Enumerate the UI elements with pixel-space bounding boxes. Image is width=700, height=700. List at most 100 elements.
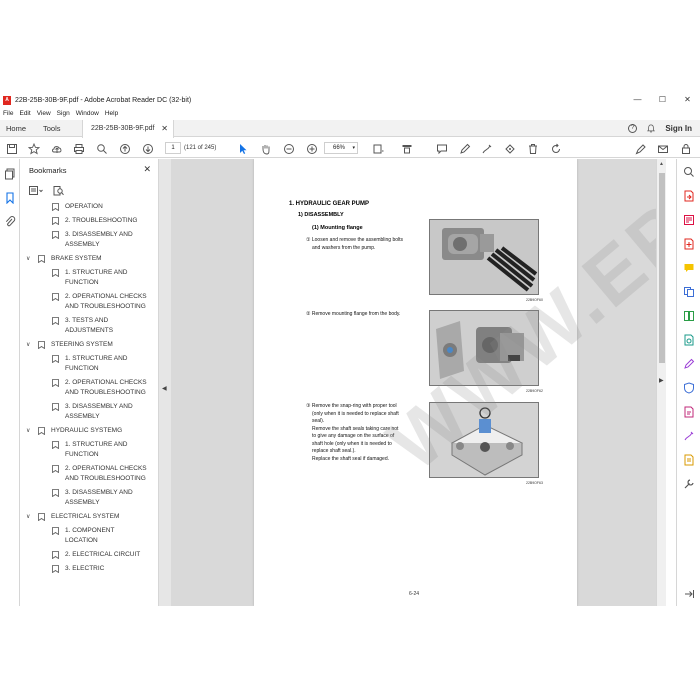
prepare-form-icon[interactable] <box>683 405 695 418</box>
tab-document-label: 22B-25B-30B-9F.pdf <box>91 125 155 132</box>
tab-tools[interactable]: Tools <box>43 120 61 137</box>
fill-sign-icon[interactable] <box>683 357 695 369</box>
document-scroll-thumb[interactable] <box>659 173 665 363</box>
attachment-icon[interactable] <box>4 215 16 227</box>
rotate-icon[interactable] <box>550 142 562 154</box>
maximize-button[interactable]: ☐ <box>650 93 675 107</box>
print-icon[interactable] <box>73 142 85 154</box>
sign-pen-icon[interactable] <box>635 142 647 155</box>
highlight-pen-icon[interactable] <box>459 142 471 154</box>
bookmark-flag-icon <box>52 565 59 573</box>
scroll-up-arrow-icon[interactable]: ▲ <box>659 161 664 167</box>
tab-close-button[interactable]: ✕ <box>161 120 168 137</box>
lock-icon[interactable] <box>680 142 692 154</box>
combine-files-icon[interactable] <box>683 285 695 297</box>
bookmark-label-line: STEERING SYSTEM <box>51 341 113 348</box>
bookmark-flag-icon <box>52 551 59 559</box>
bookmark-item[interactable]: 3. ELECTRIC <box>21 564 149 574</box>
bookmark-item[interactable]: 2. OPERATIONAL CHECKS AND TROUBLESHOOTING <box>21 292 149 312</box>
bookmark-label: ELECTRICAL SYSTEM <box>51 512 119 522</box>
bookmark-item[interactable]: 1. COMPONENT LOCATION <box>21 526 149 546</box>
figure-code-3: 22B9OF63 <box>526 481 543 485</box>
close-bookmarks-button[interactable]: ✕ <box>143 164 151 175</box>
select-cursor-icon[interactable] <box>237 142 249 154</box>
send-for-review-icon[interactable] <box>683 453 695 466</box>
help-icon[interactable]: ? <box>628 124 638 133</box>
bookmark-item[interactable]: 2. TROUBLESHOOTING <box>21 216 149 226</box>
delete-icon[interactable] <box>527 142 539 154</box>
zoom-level-select[interactable]: 66% ▾ <box>324 142 358 154</box>
comment-tool-icon[interactable] <box>683 261 695 273</box>
bookmark-item[interactable]: 2. ELECTRICAL CIRCUIT <box>21 550 149 560</box>
page-up-icon[interactable] <box>119 142 131 154</box>
zoom-out-icon[interactable] <box>283 142 295 154</box>
tab-home[interactable]: Home <box>6 120 26 137</box>
bookmark-item[interactable]: 3. TESTS AND ADJUSTMENTS <box>21 316 149 336</box>
export-pdf-icon[interactable] <box>683 189 695 202</box>
menu-file[interactable]: File <box>3 110 13 117</box>
bookmark-section[interactable]: ∨ HYDRAULIC SYSTEMG <box>21 426 149 436</box>
document-view[interactable]: 1. HYDRAULIC GEAR PUMP 1) DISASSEMBLY (1… <box>171 159 656 606</box>
find-bookmark-icon[interactable] <box>53 186 67 196</box>
expand-panel-icon[interactable] <box>683 587 695 599</box>
bookmark-item[interactable]: 1. STRUCTURE AND FUNCTION <box>21 354 149 374</box>
bookmark-section[interactable]: ∨ ELECTRICAL SYSTEM <box>21 512 149 522</box>
cloud-upload-icon[interactable] <box>51 142 63 154</box>
expand-caret-icon[interactable]: ∨ <box>26 340 30 350</box>
chevron-left-icon: ◀ <box>162 386 167 392</box>
close-window-button[interactable]: ✕ <box>675 93 700 107</box>
save-icon[interactable] <box>6 142 18 154</box>
page-number-input[interactable]: 1 <box>165 142 181 154</box>
edit-pdf-icon[interactable] <box>683 213 695 225</box>
menu-view[interactable]: View <box>37 110 51 117</box>
draw-icon[interactable] <box>481 142 493 154</box>
bookmark-label-line: 2. ELECTRICAL CIRCUIT <box>65 551 141 558</box>
comment-icon[interactable] <box>436 142 448 155</box>
expand-caret-icon[interactable]: ∨ <box>26 254 30 264</box>
search-tool-icon[interactable] <box>683 165 695 177</box>
email-icon[interactable] <box>657 142 669 154</box>
bookmark-item[interactable]: 2. OPERATIONAL CHECKS AND TROUBLESHOOTING <box>21 464 149 484</box>
tab-document[interactable]: 22B-25B-30B-9F.pdf ✕ <box>82 120 174 138</box>
expand-caret-icon[interactable]: ∨ <box>26 426 30 436</box>
sign-in-button[interactable]: Sign In <box>665 124 692 133</box>
bookmark-item[interactable]: 3. DISASSEMBLY AND ASSEMBLY <box>21 488 149 508</box>
menu-help[interactable]: Help <box>105 110 118 117</box>
request-signature-icon[interactable] <box>683 429 695 441</box>
create-pdf-icon[interactable] <box>683 237 695 250</box>
bookmark-options-icon[interactable] <box>29 186 43 196</box>
chevron-right-icon[interactable]: ▶ <box>659 377 664 384</box>
bookmark-section[interactable]: ∨ BRAKE SYSTEM <box>21 254 149 264</box>
scroll-mode-icon[interactable] <box>401 142 413 154</box>
fit-page-icon[interactable] <box>372 142 384 154</box>
hand-tool-icon[interactable] <box>260 142 272 155</box>
bookmark-item[interactable]: 1. STRUCTURE AND FUNCTION <box>21 440 149 460</box>
protect-icon[interactable] <box>683 381 695 394</box>
menu-window[interactable]: Window <box>76 110 99 117</box>
organize-pages-icon[interactable] <box>683 309 695 321</box>
menu-edit[interactable]: Edit <box>19 110 30 117</box>
bookmark-flag-icon <box>52 269 59 277</box>
bookmark-item[interactable]: 3. DISASSEMBLY AND ASSEMBLY <box>21 230 149 250</box>
page-down-icon[interactable] <box>142 142 154 154</box>
star-icon[interactable] <box>27 142 41 155</box>
bookmark-item[interactable]: 1. STRUCTURE AND FUNCTION <box>21 268 149 288</box>
minimize-button[interactable]: — <box>625 93 650 107</box>
figure-bolts-removal <box>429 219 539 295</box>
more-tools-icon[interactable] <box>683 477 695 489</box>
bookmark-flag-icon <box>52 231 59 239</box>
collapse-left-panel-handle[interactable]: ◀ <box>159 159 171 606</box>
stamp-icon[interactable] <box>504 142 516 154</box>
enhance-scans-icon[interactable] <box>683 333 695 346</box>
bookmark-icon[interactable] <box>4 191 16 205</box>
bookmark-item[interactable]: 3. DISASSEMBLY AND ASSEMBLY <box>21 402 149 422</box>
bell-icon[interactable] <box>647 124 656 133</box>
expand-caret-icon[interactable]: ∨ <box>26 512 30 522</box>
bookmark-item[interactable]: OPERATION <box>21 202 149 212</box>
search-icon[interactable] <box>96 142 108 154</box>
bookmark-section[interactable]: ∨ STEERING SYSTEM <box>21 340 149 350</box>
zoom-in-icon[interactable] <box>306 142 318 154</box>
menu-sign[interactable]: Sign <box>57 110 70 117</box>
page-thumbnails-icon[interactable] <box>4 167 16 180</box>
bookmark-item[interactable]: 2. OPERATIONAL CHECKS AND TROUBLESHOOTING <box>21 378 149 398</box>
